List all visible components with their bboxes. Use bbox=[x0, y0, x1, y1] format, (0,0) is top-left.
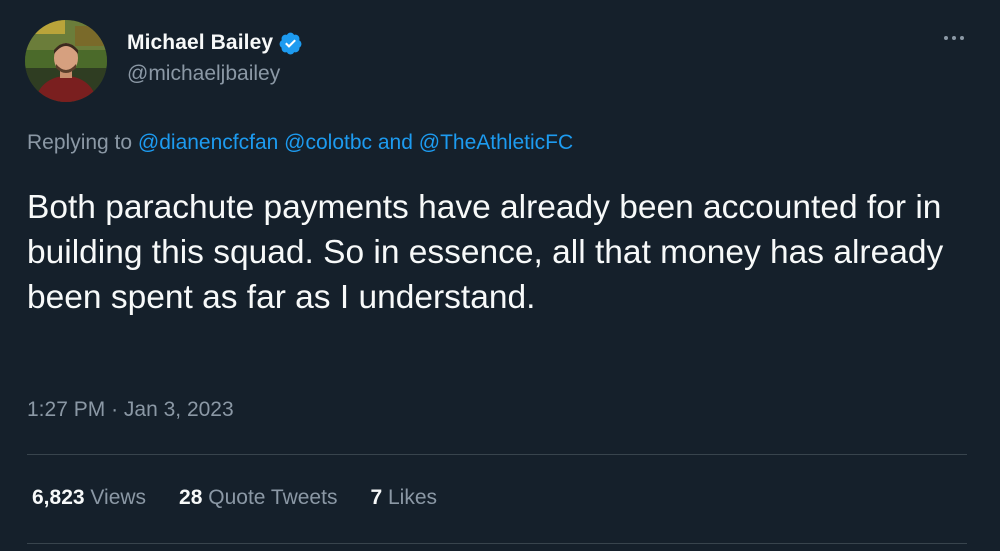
tweet-time[interactable]: 1:27 PM bbox=[27, 398, 105, 421]
tweet-detail: Michael Bailey @michaeljbailey Replying … bbox=[0, 0, 1000, 551]
tweet-text: Both parachute payments have already bee… bbox=[27, 189, 944, 316]
divider bbox=[27, 454, 967, 455]
tweet-date[interactable]: Jan 3, 2023 bbox=[124, 398, 234, 421]
author-handle[interactable]: @michaeljbailey bbox=[127, 62, 280, 86]
likes-label: Likes bbox=[387, 486, 438, 509]
views-count: 6,823 bbox=[32, 486, 85, 509]
author-display-name[interactable]: Michael Bailey bbox=[127, 31, 273, 55]
tweet-timestamp: 1:27 PM · Jan 3, 2023 bbox=[27, 398, 234, 422]
divider bbox=[27, 543, 967, 544]
timestamp-separator: · bbox=[111, 398, 119, 421]
quote-tweets-stat[interactable]: 28 Quote Tweets bbox=[179, 486, 337, 510]
avatar[interactable] bbox=[25, 20, 107, 102]
tweet-stats: 6,823 Views 28 Quote Tweets 7 Likes bbox=[32, 486, 470, 510]
views-label: Views bbox=[90, 486, 147, 509]
mention-link-theathleticfc[interactable]: @TheAthleticFC bbox=[419, 131, 573, 154]
likes-count: 7 bbox=[370, 486, 383, 509]
quote-tweets-count: 28 bbox=[179, 486, 203, 509]
views-stat[interactable]: 6,823 Views bbox=[32, 486, 146, 510]
verified-badge-icon bbox=[278, 31, 303, 56]
mention-link-dianencfcfan[interactable]: @dianencfcfan bbox=[138, 131, 278, 154]
replying-prefix: Replying to bbox=[27, 131, 133, 154]
mention-link-colotbc[interactable]: @colotbc bbox=[284, 131, 372, 154]
replying-to-line: Replying to @dianencfcfan @colotbc and @… bbox=[27, 131, 573, 155]
replying-conjunction: and bbox=[377, 131, 413, 154]
quote-tweets-label: Quote Tweets bbox=[208, 486, 338, 509]
more-options-icon[interactable] bbox=[938, 26, 970, 50]
profile-photo-icon bbox=[25, 20, 107, 102]
likes-stat[interactable]: 7 Likes bbox=[370, 486, 437, 510]
author-name-row: Michael Bailey bbox=[127, 29, 303, 57]
